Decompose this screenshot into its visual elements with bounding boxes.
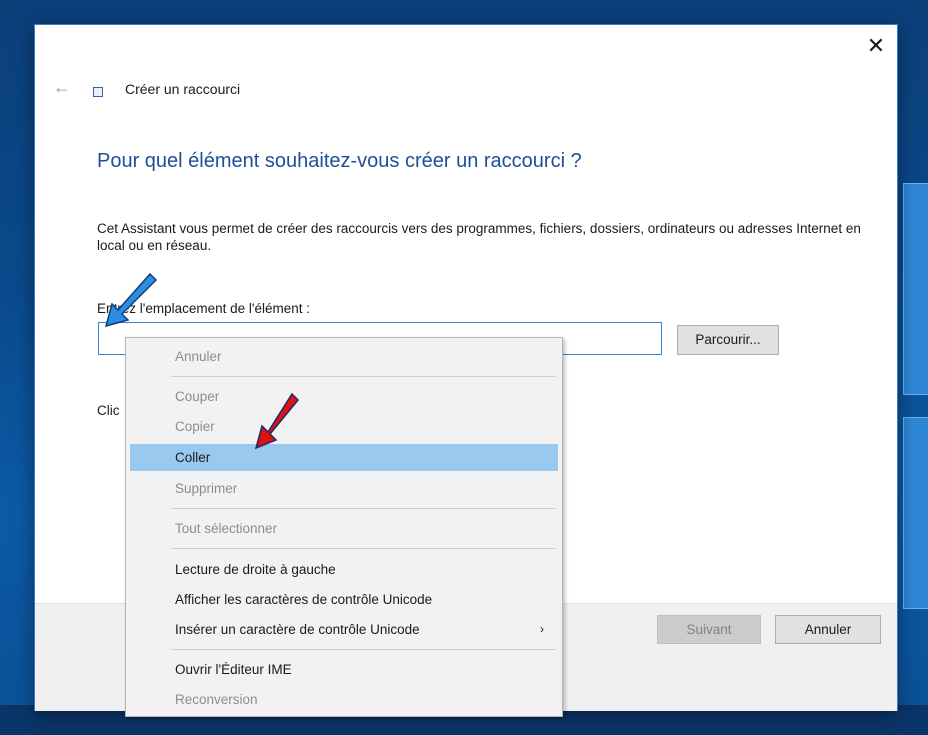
menu-separator <box>171 376 556 377</box>
context-menu: Annuler Couper Copier Coller Supprimer T… <box>125 337 563 717</box>
cancel-button[interactable]: Annuler <box>775 615 881 644</box>
wizard-title: Créer un raccourci <box>125 81 241 97</box>
menu-item-copy[interactable]: Copier <box>130 413 558 440</box>
desktop-tile <box>903 417 928 609</box>
menu-separator <box>171 508 556 509</box>
menu-item-reconversion[interactable]: Reconversion <box>130 686 558 713</box>
submenu-chevron-icon: › <box>540 622 544 636</box>
instruction-text-partial: Clic <box>97 403 120 418</box>
menu-item-select-all[interactable]: Tout sélectionner <box>130 515 558 542</box>
menu-item-cut[interactable]: Couper <box>130 383 558 410</box>
wizard-description: Cet Assistant vous permet de créer des r… <box>97 221 861 253</box>
menu-item-label: Insérer un caractère de contrôle Unicode <box>175 622 420 637</box>
back-arrow-icon[interactable]: ← <box>53 77 71 98</box>
wizard-icon <box>93 87 103 97</box>
next-button[interactable]: Suivant <box>657 615 761 644</box>
menu-item-open-ime[interactable]: Ouvrir l'Éditeur IME <box>130 656 558 683</box>
page-heading: Pour quel élément souhaitez-vous créer u… <box>97 150 582 172</box>
browse-button[interactable]: Parcourir... <box>677 325 779 355</box>
desktop-tile <box>903 183 928 395</box>
location-field-label: Entrez l'emplacement de l'élément : <box>97 301 311 316</box>
menu-item-undo[interactable]: Annuler <box>130 343 558 370</box>
close-icon[interactable]: ✕ <box>861 33 891 59</box>
menu-item-rtl-reading[interactable]: Lecture de droite à gauche <box>130 556 558 583</box>
menu-separator <box>171 548 556 549</box>
menu-item-show-unicode-control[interactable]: Afficher les caractères de contrôle Unic… <box>130 586 558 613</box>
menu-item-insert-unicode-control[interactable]: Insérer un caractère de contrôle Unicode… <box>130 616 558 643</box>
menu-item-delete[interactable]: Supprimer <box>130 475 558 502</box>
menu-item-paste[interactable]: Coller <box>130 444 558 471</box>
menu-separator <box>171 649 556 650</box>
